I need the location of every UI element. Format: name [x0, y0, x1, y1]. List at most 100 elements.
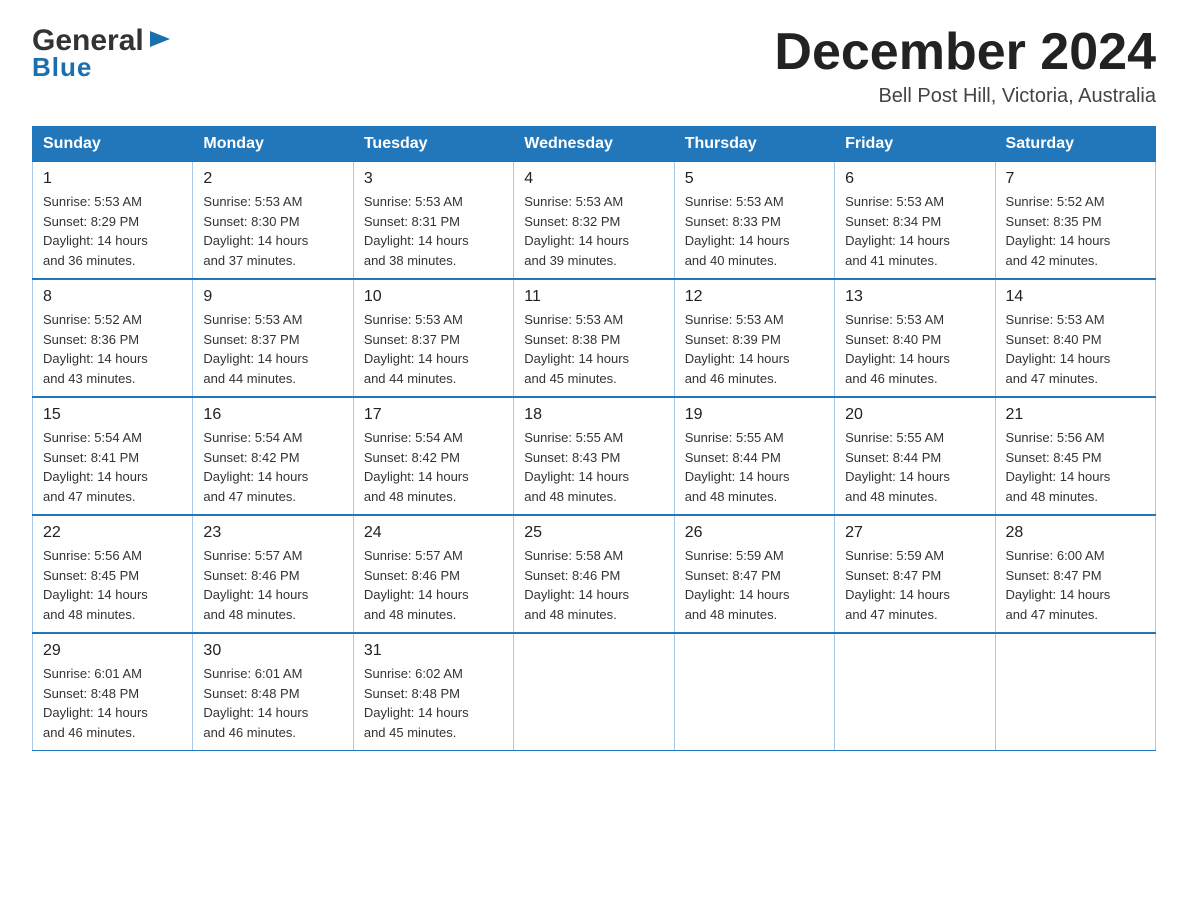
- table-row: 28 Sunrise: 6:00 AM Sunset: 8:47 PM Dayli…: [995, 515, 1155, 633]
- table-row: 16 Sunrise: 5:54 AM Sunset: 8:42 PM Dayli…: [193, 397, 353, 515]
- table-row: 29 Sunrise: 6:01 AM Sunset: 8:48 PM Dayli…: [33, 633, 193, 751]
- calendar-week-row: 22Sunrise: 5:56 AM Sunset: 8:45 PM Dayli…: [33, 515, 1156, 633]
- day-number: 25: [524, 524, 663, 542]
- day-info: Sunrise: 5:53 AM Sunset: 8:32 PM Dayligh…: [524, 192, 663, 270]
- day-number: 4: [524, 170, 663, 188]
- table-row: 18Sunrise: 5:55 AM Sunset: 8:43 PM Dayli…: [514, 397, 674, 515]
- table-row: 3Sunrise: 5:53 AM Sunset: 8:31 PM Daylig…: [353, 162, 513, 280]
- table-row: 7 Sunrise: 5:52 AM Sunset: 8:35 PM Daylig…: [995, 162, 1155, 280]
- table-row: [514, 633, 674, 751]
- calendar-week-row: 1Sunrise: 5:53 AM Sunset: 8:29 PM Daylig…: [33, 162, 1156, 280]
- table-row: 26 Sunrise: 5:59 AM Sunset: 8:47 PM Dayli…: [674, 515, 834, 633]
- day-number: 24: [364, 524, 503, 542]
- day-info: Sunrise: 5:55 AM Sunset: 8:44 PM Dayligh…: [845, 428, 984, 506]
- day-number: 21: [1006, 406, 1145, 424]
- table-row: 4 Sunrise: 5:53 AM Sunset: 8:32 PM Daylig…: [514, 162, 674, 280]
- day-info: Sunrise: 5:52 AM Sunset: 8:35 PM Dayligh…: [1006, 192, 1145, 270]
- col-tuesday: Tuesday: [353, 127, 513, 162]
- day-number: 6: [845, 170, 984, 188]
- day-number: 16: [203, 406, 342, 424]
- table-row: 24 Sunrise: 5:57 AM Sunset: 8:46 PM Dayli…: [353, 515, 513, 633]
- day-info: Sunrise: 6:01 AM Sunset: 8:48 PM Dayligh…: [43, 664, 182, 742]
- day-info: Sunrise: 5:59 AM Sunset: 8:47 PM Dayligh…: [845, 546, 984, 624]
- table-row: 8Sunrise: 5:52 AM Sunset: 8:36 PM Daylig…: [33, 279, 193, 397]
- day-number: 13: [845, 288, 984, 306]
- day-info: Sunrise: 5:53 AM Sunset: 8:33 PM Dayligh…: [685, 192, 824, 270]
- day-info: Sunrise: 5:53 AM Sunset: 8:37 PM Dayligh…: [203, 310, 342, 388]
- title-area: December 2024 Bell Post Hill, Victoria, …: [774, 24, 1156, 108]
- day-info: Sunrise: 6:01 AM Sunset: 8:48 PM Dayligh…: [203, 664, 342, 742]
- day-number: 29: [43, 642, 182, 660]
- table-row: 17 Sunrise: 5:54 AM Sunset: 8:42 PM Dayli…: [353, 397, 513, 515]
- page-subtitle: Bell Post Hill, Victoria, Australia: [774, 85, 1156, 108]
- day-info: Sunrise: 5:53 AM Sunset: 8:40 PM Dayligh…: [1006, 310, 1145, 388]
- day-number: 14: [1006, 288, 1145, 306]
- table-row: 15Sunrise: 5:54 AM Sunset: 8:41 PM Dayli…: [33, 397, 193, 515]
- table-row: 27Sunrise: 5:59 AM Sunset: 8:47 PM Dayli…: [835, 515, 995, 633]
- day-number: 9: [203, 288, 342, 306]
- logo-triangle-icon: [146, 25, 174, 53]
- day-info: Sunrise: 5:57 AM Sunset: 8:46 PM Dayligh…: [203, 546, 342, 624]
- day-info: Sunrise: 5:53 AM Sunset: 8:34 PM Dayligh…: [845, 192, 984, 270]
- logo-blue-text: Blue: [32, 52, 92, 82]
- day-number: 12: [685, 288, 824, 306]
- table-row: 19 Sunrise: 5:55 AM Sunset: 8:44 PM Dayli…: [674, 397, 834, 515]
- day-info: Sunrise: 5:57 AM Sunset: 8:46 PM Dayligh…: [364, 546, 503, 624]
- col-monday: Monday: [193, 127, 353, 162]
- day-info: Sunrise: 5:53 AM Sunset: 8:38 PM Dayligh…: [524, 310, 663, 388]
- day-number: 1: [43, 170, 182, 188]
- table-row: 14 Sunrise: 5:53 AM Sunset: 8:40 PM Dayli…: [995, 279, 1155, 397]
- day-info: Sunrise: 5:53 AM Sunset: 8:37 PM Dayligh…: [364, 310, 503, 388]
- day-info: Sunrise: 5:54 AM Sunset: 8:42 PM Dayligh…: [364, 428, 503, 506]
- calendar-week-row: 8Sunrise: 5:52 AM Sunset: 8:36 PM Daylig…: [33, 279, 1156, 397]
- day-info: Sunrise: 5:53 AM Sunset: 8:39 PM Dayligh…: [685, 310, 824, 388]
- day-number: 5: [685, 170, 824, 188]
- table-row: 9 Sunrise: 5:53 AM Sunset: 8:37 PM Daylig…: [193, 279, 353, 397]
- table-row: [835, 633, 995, 751]
- page-header: General Blue December 2024 Bell Post Hil…: [32, 24, 1156, 108]
- day-number: 19: [685, 406, 824, 424]
- day-info: Sunrise: 5:54 AM Sunset: 8:41 PM Dayligh…: [43, 428, 182, 506]
- table-row: 11 Sunrise: 5:53 AM Sunset: 8:38 PM Dayli…: [514, 279, 674, 397]
- table-row: 1Sunrise: 5:53 AM Sunset: 8:29 PM Daylig…: [33, 162, 193, 280]
- day-number: 10: [364, 288, 503, 306]
- table-row: 13 Sunrise: 5:53 AM Sunset: 8:40 PM Dayli…: [835, 279, 995, 397]
- day-number: 7: [1006, 170, 1145, 188]
- page-title: December 2024: [774, 24, 1156, 81]
- table-row: 2Sunrise: 5:53 AM Sunset: 8:30 PM Daylig…: [193, 162, 353, 280]
- table-row: [674, 633, 834, 751]
- day-number: 8: [43, 288, 182, 306]
- table-row: 30 Sunrise: 6:01 AM Sunset: 8:48 PM Dayli…: [193, 633, 353, 751]
- day-number: 31: [364, 642, 503, 660]
- day-number: 23: [203, 524, 342, 542]
- logo: General Blue: [32, 24, 174, 83]
- day-info: Sunrise: 5:54 AM Sunset: 8:42 PM Dayligh…: [203, 428, 342, 506]
- day-number: 28: [1006, 524, 1145, 542]
- day-info: Sunrise: 6:00 AM Sunset: 8:47 PM Dayligh…: [1006, 546, 1145, 624]
- table-row: [995, 633, 1155, 751]
- calendar-week-row: 15Sunrise: 5:54 AM Sunset: 8:41 PM Dayli…: [33, 397, 1156, 515]
- day-info: Sunrise: 6:02 AM Sunset: 8:48 PM Dayligh…: [364, 664, 503, 742]
- table-row: 21Sunrise: 5:56 AM Sunset: 8:45 PM Dayli…: [995, 397, 1155, 515]
- calendar-header-row: Sunday Monday Tuesday Wednesday Thursday…: [33, 127, 1156, 162]
- day-number: 2: [203, 170, 342, 188]
- day-number: 20: [845, 406, 984, 424]
- col-sunday: Sunday: [33, 127, 193, 162]
- calendar-week-row: 29 Sunrise: 6:01 AM Sunset: 8:48 PM Dayli…: [33, 633, 1156, 751]
- day-number: 11: [524, 288, 663, 306]
- col-thursday: Thursday: [674, 127, 834, 162]
- table-row: 31 Sunrise: 6:02 AM Sunset: 8:48 PM Dayli…: [353, 633, 513, 751]
- day-number: 30: [203, 642, 342, 660]
- calendar-table: Sunday Monday Tuesday Wednesday Thursday…: [32, 126, 1156, 751]
- day-info: Sunrise: 5:59 AM Sunset: 8:47 PM Dayligh…: [685, 546, 824, 624]
- day-info: Sunrise: 5:53 AM Sunset: 8:31 PM Dayligh…: [364, 192, 503, 270]
- day-info: Sunrise: 5:55 AM Sunset: 8:44 PM Dayligh…: [685, 428, 824, 506]
- col-wednesday: Wednesday: [514, 127, 674, 162]
- day-number: 17: [364, 406, 503, 424]
- day-info: Sunrise: 5:53 AM Sunset: 8:40 PM Dayligh…: [845, 310, 984, 388]
- table-row: 5 Sunrise: 5:53 AM Sunset: 8:33 PM Daylig…: [674, 162, 834, 280]
- day-info: Sunrise: 5:56 AM Sunset: 8:45 PM Dayligh…: [43, 546, 182, 624]
- day-number: 26: [685, 524, 824, 542]
- table-row: 12 Sunrise: 5:53 AM Sunset: 8:39 PM Dayli…: [674, 279, 834, 397]
- day-info: Sunrise: 5:58 AM Sunset: 8:46 PM Dayligh…: [524, 546, 663, 624]
